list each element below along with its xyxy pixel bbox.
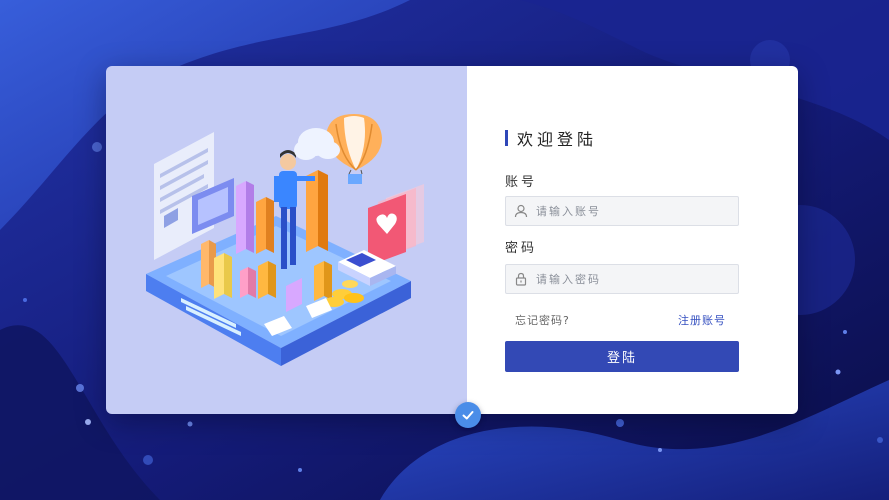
form-title: 欢迎登陆 [505,128,598,149]
register-account-link[interactable]: 注册账号 [678,312,726,328]
user-icon [506,197,536,225]
password-input[interactable] [536,265,738,293]
checkmark-icon [455,402,481,428]
title-accent-bar [505,130,508,146]
password-field[interactable] [505,264,739,294]
login-button[interactable]: 登陆 [505,341,739,372]
login-form-panel: 欢迎登陆 账号 密码 忘记密码? 注册账号 [467,66,798,414]
heart-card-icon [368,184,424,266]
account-input[interactable] [536,197,738,225]
account-label: 账号 [505,175,538,190]
lock-icon [506,265,536,293]
login-card: 欢迎登陆 账号 密码 忘记密码? 注册账号 [106,66,798,414]
password-label: 密码 [505,241,538,256]
forgot-password-link[interactable]: 忘记密码? [515,312,570,328]
account-field[interactable] [505,196,739,226]
illustration-panel [106,66,467,414]
isometric-illustration [146,114,424,366]
page-title: 欢迎登陆 [517,130,598,149]
